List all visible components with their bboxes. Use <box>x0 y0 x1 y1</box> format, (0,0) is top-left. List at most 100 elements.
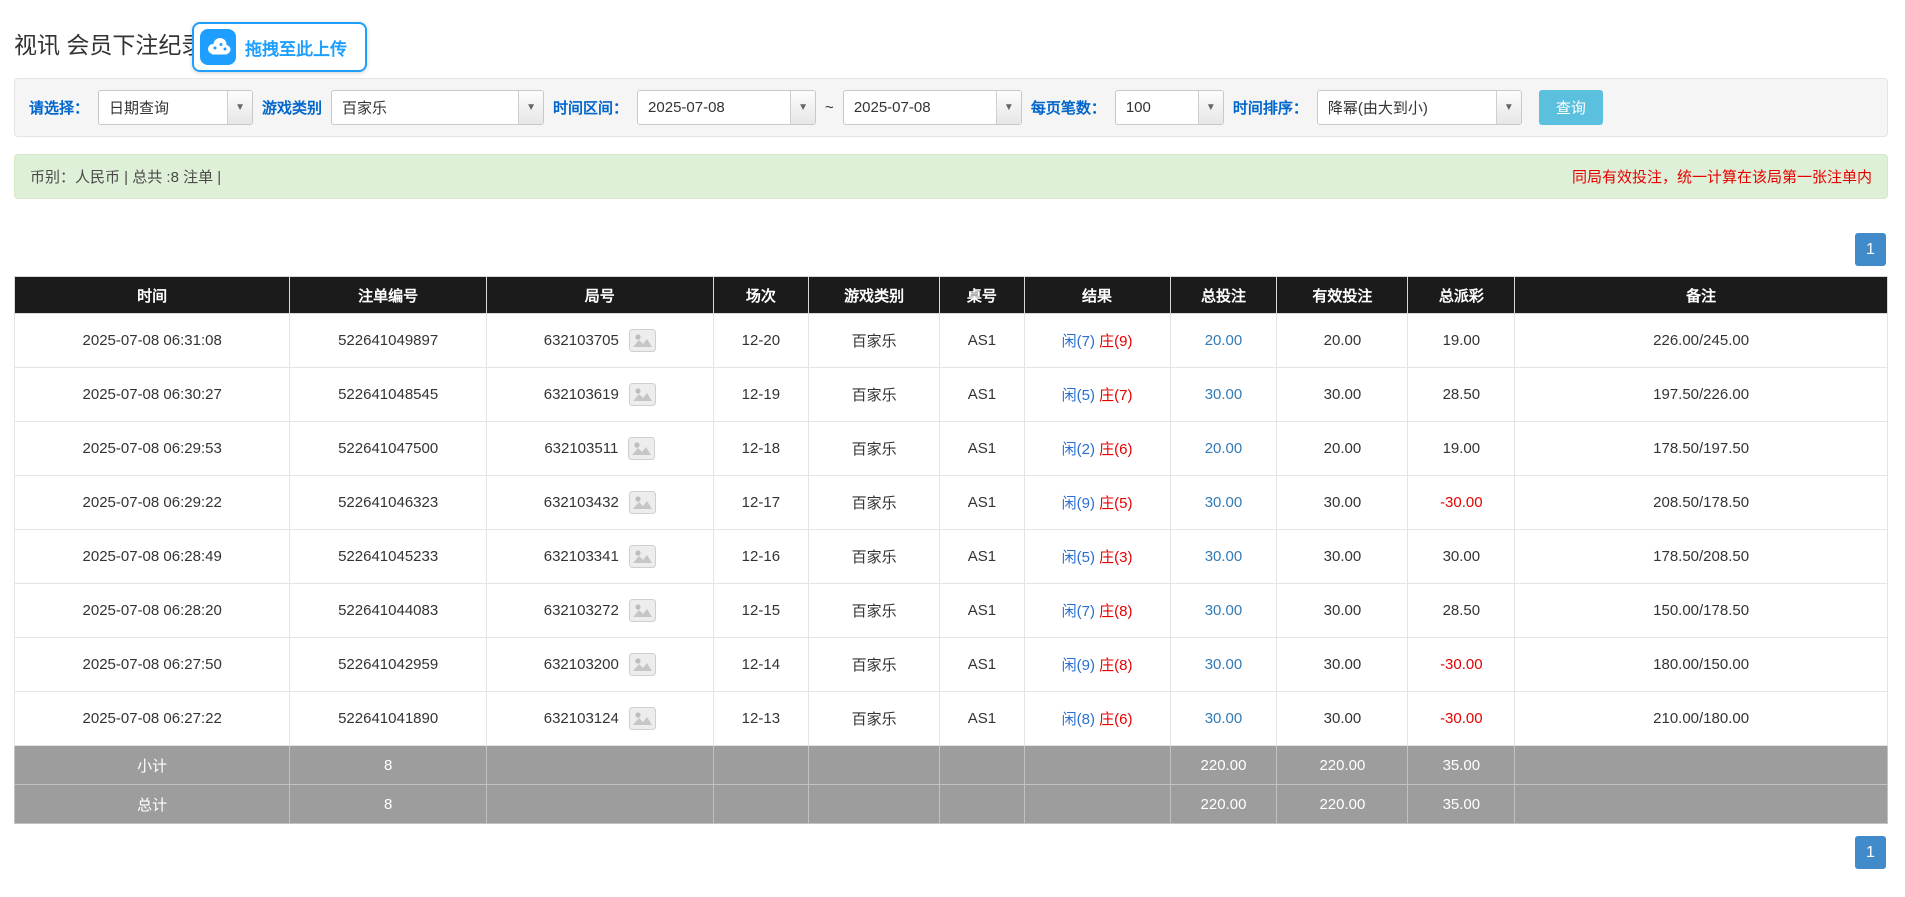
total-bet-cell: 30.00 <box>1170 692 1277 746</box>
total-bet-link[interactable]: 30.00 <box>1205 548 1243 565</box>
valid-bet-cell: 30.00 <box>1277 584 1408 638</box>
result-cell: 闲(2) 庄(6) <box>1024 422 1170 476</box>
game-type-cell: 百家乐 <box>809 638 940 692</box>
result-cell: 闲(9) 庄(8) <box>1024 638 1170 692</box>
time-cell: 2025-07-08 06:30:27 <box>15 368 290 422</box>
table-row: 2025-07-08 06:29:22 522641046323 6321034… <box>15 476 1888 530</box>
total-bet-link[interactable]: 30.00 <box>1205 602 1243 619</box>
col-header-bet-id: 注单编号 <box>290 277 487 314</box>
result-banker: 庄(8) <box>1099 657 1132 674</box>
date-range-separator: ~ <box>825 99 834 116</box>
chevron-down-icon[interactable]: ▼ <box>790 91 815 124</box>
game-type-cell: 百家乐 <box>809 476 940 530</box>
table-row: 2025-07-08 06:27:50 522641042959 6321032… <box>15 638 1888 692</box>
payout-cell: 28.50 <box>1408 584 1515 638</box>
search-button[interactable]: 查询 <box>1539 90 1603 125</box>
total-bet-link[interactable]: 30.00 <box>1205 710 1243 727</box>
chevron-down-icon[interactable]: ▼ <box>1198 91 1223 124</box>
page-size-select[interactable]: ▼ <box>1115 90 1224 125</box>
valid-bet-cell: 20.00 <box>1277 422 1408 476</box>
remark-cell: 197.50/226.00 <box>1515 368 1888 422</box>
total-bet-link[interactable]: 20.00 <box>1205 440 1243 457</box>
sort-order-select[interactable]: ▼ <box>1317 90 1522 125</box>
video-replay-icon[interactable] <box>629 707 656 730</box>
grand-total-row: 总计 8 220.00 220.00 35.00 <box>15 785 1888 824</box>
result-banker: 庄(7) <box>1099 387 1132 404</box>
page-size-label: 每页笔数： <box>1031 97 1106 118</box>
valid-bet-cell: 30.00 <box>1277 368 1408 422</box>
video-replay-icon[interactable] <box>629 491 656 514</box>
total-bet-cell: 30.00 <box>1170 638 1277 692</box>
video-replay-icon[interactable] <box>629 599 656 622</box>
video-replay-icon[interactable] <box>629 545 656 568</box>
total-bet-cell: 20.00 <box>1170 422 1277 476</box>
result-banker: 庄(6) <box>1099 441 1132 458</box>
remark-cell: 208.50/178.50 <box>1515 476 1888 530</box>
remark-cell: 178.50/197.50 <box>1515 422 1888 476</box>
grand-total-count: 8 <box>290 785 487 824</box>
video-replay-icon[interactable] <box>628 437 655 460</box>
remark-cell: 226.00/245.00 <box>1515 314 1888 368</box>
round-cell: 632103432 <box>486 476 713 530</box>
col-header-result: 结果 <box>1024 277 1170 314</box>
chevron-down-icon[interactable]: ▼ <box>518 91 543 124</box>
subtotal-payout: 35.00 <box>1408 746 1515 785</box>
video-replay-icon[interactable] <box>629 653 656 676</box>
page-button-1[interactable]: 1 <box>1855 836 1886 869</box>
payout-cell: -30.00 <box>1408 476 1515 530</box>
col-header-round-id: 局号 <box>486 277 713 314</box>
table-no-cell: AS1 <box>940 476 1024 530</box>
session-cell: 12-18 <box>713 422 809 476</box>
date-from-value[interactable] <box>638 91 790 124</box>
date-to-value[interactable] <box>844 91 996 124</box>
chevron-down-icon[interactable]: ▼ <box>996 91 1021 124</box>
table-no-cell: AS1 <box>940 692 1024 746</box>
remark-cell: 178.50/208.50 <box>1515 530 1888 584</box>
date-to-select[interactable]: ▼ <box>843 90 1022 125</box>
total-bet-cell: 20.00 <box>1170 314 1277 368</box>
page-button-1[interactable]: 1 <box>1855 233 1886 266</box>
remark-cell: 180.00/150.00 <box>1515 638 1888 692</box>
session-cell: 12-13 <box>713 692 809 746</box>
date-range-label: 时间区间： <box>553 97 628 118</box>
page-size-value[interactable] <box>1116 91 1198 124</box>
total-bet-link[interactable]: 30.00 <box>1205 386 1243 403</box>
col-header-time: 时间 <box>15 277 290 314</box>
query-type-select[interactable]: ▼ <box>98 90 253 125</box>
page-header: 视讯 会员下注纪录 拖 <box>14 10 1888 74</box>
payout-cell: -30.00 <box>1408 692 1515 746</box>
game-type-value[interactable] <box>332 91 518 124</box>
time-cell: 2025-07-08 06:27:50 <box>15 638 290 692</box>
round-id: 632103511 <box>544 440 618 457</box>
total-bet-link[interactable]: 20.00 <box>1205 332 1243 349</box>
time-cell: 2025-07-08 06:27:22 <box>15 692 290 746</box>
video-replay-icon[interactable] <box>629 383 656 406</box>
game-type-cell: 百家乐 <box>809 422 940 476</box>
total-bet-cell: 30.00 <box>1170 530 1277 584</box>
table-no-cell: AS1 <box>940 422 1024 476</box>
total-bet-link[interactable]: 30.00 <box>1205 656 1243 673</box>
result-banker: 庄(3) <box>1099 549 1132 566</box>
bet-id-cell: 522641048545 <box>290 368 487 422</box>
filter-bar: 请选择： ▼ 游戏类别 ▼ 时间区间： ▼ ~ ▼ 每页笔数： ▼ 时间排序： … <box>14 78 1888 137</box>
payout-cell: -30.00 <box>1408 638 1515 692</box>
col-header-game-type: 游戏类别 <box>809 277 940 314</box>
summary-bar: 币别：人民币 | 总共 :8 注单 | 同局有效投注，统一计算在该局第一张注单内 <box>14 154 1888 199</box>
video-replay-icon[interactable] <box>629 329 656 352</box>
result-player: 闲(5) <box>1062 549 1095 566</box>
valid-bet-cell: 30.00 <box>1277 638 1408 692</box>
valid-bet-cell: 30.00 <box>1277 530 1408 584</box>
subtotal-count: 8 <box>290 746 487 785</box>
game-type-label: 游戏类别 <box>262 97 322 118</box>
query-type-value[interactable] <box>99 91 227 124</box>
upload-dropzone[interactable]: 拖拽至此上传 <box>192 22 367 72</box>
sort-order-value[interactable] <box>1318 91 1496 124</box>
result-cell: 闲(5) 庄(3) <box>1024 530 1170 584</box>
game-type-select[interactable]: ▼ <box>331 90 544 125</box>
chevron-down-icon[interactable]: ▼ <box>1496 91 1521 124</box>
subtotal-total-bet: 220.00 <box>1170 746 1277 785</box>
date-from-select[interactable]: ▼ <box>637 90 816 125</box>
total-bet-link[interactable]: 30.00 <box>1205 494 1243 511</box>
table-row: 2025-07-08 06:28:20 522641044083 6321032… <box>15 584 1888 638</box>
chevron-down-icon[interactable]: ▼ <box>227 91 252 124</box>
